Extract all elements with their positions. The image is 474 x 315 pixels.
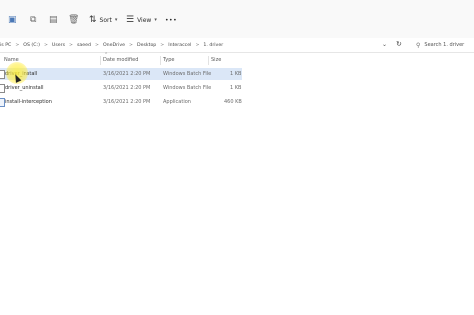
new-icon: ▣ — [8, 14, 17, 25]
paste-icon: ▤ — [49, 14, 58, 25]
file-type: Windows Batch File — [163, 85, 212, 91]
sort-icon: ⇅ — [89, 14, 97, 25]
chevron-down-icon: ▾ — [154, 17, 157, 23]
breadcrumb-separator: > — [195, 42, 200, 48]
more-label: ••• — [165, 16, 178, 24]
view-icon: ☰ — [126, 14, 135, 25]
column-header-date[interactable]: Date modified — [103, 57, 138, 63]
file-row[interactable]: driver_install 3/16/2021 2:20 PM Windows… — [0, 68, 242, 80]
column-header-type[interactable]: Type — [163, 57, 174, 63]
breadcrumb-separator: > — [15, 42, 20, 48]
file-size: 1 KB — [230, 71, 242, 77]
address-bar[interactable]: is PC > OS (C:) > Users > saeed > OneDri… — [0, 38, 474, 53]
breadcrumb-separator: > — [43, 42, 48, 48]
column-header-size[interactable]: Size — [211, 57, 221, 63]
column-divider[interactable] — [160, 56, 161, 65]
delete-button[interactable]: 🗑 — [68, 12, 79, 28]
breadcrumb-item[interactable]: OneDrive — [103, 43, 125, 48]
breadcrumb-item[interactable]: 1. driver — [203, 43, 223, 48]
breadcrumb-item[interactable]: is PC — [0, 43, 11, 48]
breadcrumb-item[interactable]: Interaccel — [168, 43, 191, 48]
paste-button[interactable]: ▤ — [49, 12, 58, 28]
column-divider[interactable] — [100, 56, 101, 65]
command-bar: ▣ ⧉ ▤ 🗑 ⇅ Sort ▾ ☰ View ▾ ••• — [0, 0, 474, 38]
refresh-icon[interactable]: ↻ — [396, 40, 402, 48]
delete-icon: 🗑 — [68, 14, 80, 25]
file-name: driver_install — [5, 71, 38, 77]
sort-button[interactable]: ⇅ Sort ▾ — [89, 12, 117, 28]
search-input[interactable]: ⚲ Search 1. driver — [412, 40, 474, 50]
column-header-name[interactable]: Name — [4, 57, 19, 63]
breadcrumb-separator: > — [129, 42, 133, 48]
file-date: 3/16/2021 2:20 PM — [103, 99, 151, 105]
breadcrumb-separator: > — [69, 42, 73, 48]
breadcrumb-separator: > — [95, 42, 99, 48]
column-divider[interactable] — [208, 56, 209, 65]
file-row[interactable]: driver_uninstall 3/16/2021 2:20 PM Windo… — [0, 82, 242, 94]
copy-icon: ⧉ — [30, 14, 37, 25]
view-button[interactable]: ☰ View ▾ — [126, 12, 157, 28]
chevron-down-icon: ▾ — [114, 17, 118, 23]
breadcrumb[interactable]: is PC > OS (C:) > Users > saeed > OneDri… — [0, 38, 223, 52]
chevron-down-icon[interactable]: ⌄ — [382, 41, 387, 48]
file-type: Windows Batch File — [163, 71, 212, 77]
file-type: Application — [163, 99, 191, 105]
file-date: 3/16/2021 2:20 PM — [103, 71, 151, 77]
breadcrumb-item[interactable]: Users — [52, 43, 65, 48]
breadcrumb-item[interactable]: Desktop — [137, 43, 156, 48]
search-placeholder: Search 1. driver — [424, 42, 465, 48]
more-button[interactable]: ••• — [165, 12, 177, 28]
search-icon: ⚲ — [416, 41, 421, 49]
view-label: View — [137, 16, 152, 24]
file-name: install-interception — [5, 99, 52, 105]
file-size: 1 KB — [230, 85, 242, 91]
file-date: 3/16/2021 2:20 PM — [103, 85, 151, 91]
copy-button[interactable]: ⧉ — [30, 12, 36, 28]
file-size: 460 KB — [224, 99, 242, 105]
new-button[interactable]: ▣ — [8, 12, 17, 28]
file-name: driver_uninstall — [5, 85, 44, 91]
column-headers: Name Date modified Type Size — [0, 56, 474, 66]
breadcrumb-item[interactable]: OS (C:) — [23, 43, 40, 48]
sort-label: Sort — [99, 16, 112, 24]
breadcrumb-separator: > — [160, 42, 165, 48]
file-row[interactable]: install-interception 3/16/2021 2:20 PM A… — [0, 96, 242, 108]
breadcrumb-item[interactable]: saeed — [77, 43, 91, 48]
